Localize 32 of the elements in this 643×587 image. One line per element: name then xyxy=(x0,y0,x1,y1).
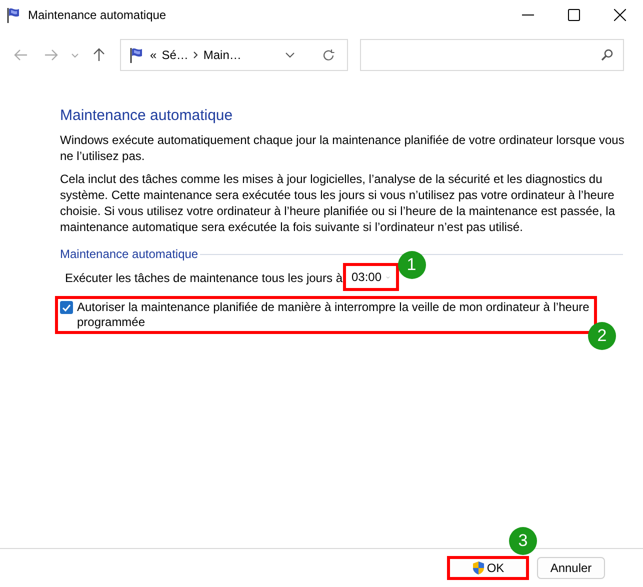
flag-icon xyxy=(129,47,145,63)
group-legend: Maintenance automatique xyxy=(60,247,198,261)
chevron-down-icon[interactable] xyxy=(285,52,295,58)
address-bar[interactable]: « Sé… Main… xyxy=(120,39,348,71)
callout-badge: 1 xyxy=(398,251,426,279)
chevron-right-icon xyxy=(193,51,198,59)
breadcrumb-item[interactable]: Main… xyxy=(203,48,242,62)
wake-checkbox[interactable] xyxy=(60,301,73,314)
page-heading: Maintenance automatique xyxy=(60,107,234,124)
description-paragraph: Cela inclut des tâches comme les mises à jour logicielles, l’analyse de la sécurité et les diagnostics du système. Cette maintenance sera exécutée tous les jours si vous n’utilisez pas votre ordinateur à l’heure choisie. Si vous utilisez votre ordinateur à l’heure planifiée ou si l’heure de la maintenance est passée, la maintenance automatique sera exécutée la fois suivante si l’ordinateur n’est pas utilisé. xyxy=(60,171,616,235)
minimize-icon xyxy=(522,14,534,16)
window-title: Maintenance automatique xyxy=(28,8,168,22)
maximize-icon xyxy=(568,9,580,21)
cancel-button[interactable]: Annuler xyxy=(537,557,605,579)
chevron-down-icon xyxy=(71,52,79,58)
wake-checkbox-label: Autoriser la maintenance planifiée de manière à interrompre la veille de mon ordinateur à l’heure programmée xyxy=(77,300,590,330)
refresh-icon[interactable] xyxy=(322,48,335,62)
breadcrumb-item[interactable]: Sé… xyxy=(162,48,188,62)
forward-arrow-icon xyxy=(44,49,58,61)
description-paragraph: Windows exécute automatiquement chaque jour la maintenance planifiée de votre ordinateur lorsque vous ne l’utilisez pas. xyxy=(60,132,625,164)
callout-badge: 2 xyxy=(588,322,616,350)
search-field[interactable] xyxy=(360,39,624,71)
close-icon xyxy=(614,9,626,21)
callout-badge: 3 xyxy=(509,527,537,555)
shield-icon xyxy=(472,561,485,575)
up-arrow-icon xyxy=(93,48,105,62)
schedule-label: Exécuter les tâches de maintenance tous les jours à xyxy=(65,271,342,285)
time-dropdown[interactable]: 03:00 xyxy=(350,266,396,288)
flag-icon xyxy=(6,7,22,23)
back-arrow-icon xyxy=(14,49,28,61)
breadcrumb-overflow[interactable]: « xyxy=(150,48,157,62)
search-icon xyxy=(601,49,613,61)
